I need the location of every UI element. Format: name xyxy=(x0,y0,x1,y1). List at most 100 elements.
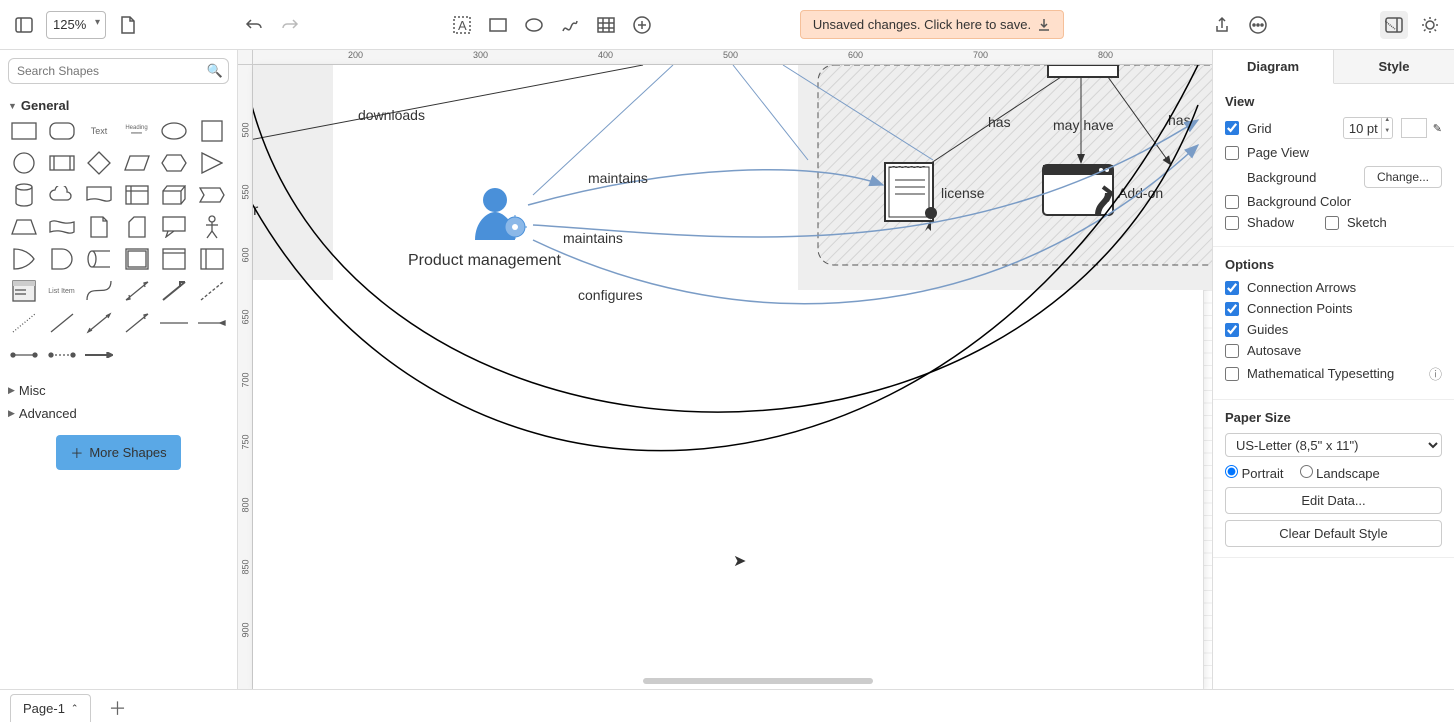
shape-conn2[interactable] xyxy=(46,341,78,369)
search-input[interactable] xyxy=(8,58,229,84)
shape-triangle[interactable] xyxy=(196,149,228,177)
shape-callout[interactable] xyxy=(158,213,190,241)
shape-diamond[interactable] xyxy=(83,149,115,177)
search-shapes: 🔍 xyxy=(8,58,229,84)
more-icon[interactable] xyxy=(1244,11,1272,39)
shape-cube[interactable] xyxy=(158,181,190,209)
shape-tape[interactable] xyxy=(46,213,78,241)
sidebar-toggle-icon[interactable] xyxy=(10,11,38,39)
rect-tool-icon[interactable] xyxy=(484,11,512,39)
theme-icon[interactable] xyxy=(1416,11,1444,39)
text-tool-icon[interactable]: A xyxy=(448,11,476,39)
bgcolor-checkbox[interactable] xyxy=(1225,195,1239,209)
shape-rect[interactable] xyxy=(8,117,40,145)
shape-note[interactable] xyxy=(83,213,115,241)
shape-card[interactable] xyxy=(121,213,153,241)
shape-dir-arrow[interactable] xyxy=(121,309,153,337)
canvas-area[interactable]: 200 300 400 500 600 700 800 500 550 600 … xyxy=(238,50,1212,689)
shape-cylinder[interactable] xyxy=(8,181,40,209)
category-misc[interactable]: ▶Misc xyxy=(8,379,229,402)
container-left[interactable] xyxy=(253,65,333,280)
shape-line[interactable] xyxy=(46,309,78,337)
add-page-icon[interactable]: ＋ xyxy=(103,694,131,722)
zoom-select[interactable]: 125% xyxy=(46,11,106,39)
shape-trapezoid[interactable] xyxy=(8,213,40,241)
grid-checkbox[interactable] xyxy=(1225,121,1239,135)
shape-dashed[interactable] xyxy=(196,277,228,305)
tab-diagram[interactable]: Diagram xyxy=(1213,50,1334,84)
svg-text:may have: may have xyxy=(1053,117,1114,133)
svg-text:configures: configures xyxy=(578,287,643,303)
shape-datastore[interactable] xyxy=(83,245,115,273)
shape-text[interactable]: Text xyxy=(83,117,115,145)
help-icon[interactable]: ⓘ xyxy=(1429,364,1442,383)
autosave-checkbox[interactable] xyxy=(1225,344,1239,358)
shape-parallelogram[interactable] xyxy=(121,149,153,177)
shape-frame[interactable] xyxy=(158,245,190,273)
shape-curve[interactable] xyxy=(83,277,115,305)
shape-arrow[interactable] xyxy=(158,277,190,305)
shape-cloud[interactable] xyxy=(46,181,78,209)
shape-hframe[interactable] xyxy=(196,245,228,273)
shape-bi-arrow2[interactable] xyxy=(83,309,115,337)
conn-arrows-checkbox[interactable] xyxy=(1225,281,1239,295)
shape-hline[interactable] xyxy=(158,309,190,337)
shape-dotted[interactable] xyxy=(8,309,40,337)
category-general[interactable]: ▼General xyxy=(8,94,229,117)
shadow-checkbox[interactable] xyxy=(1225,216,1239,230)
shape-ellipse[interactable] xyxy=(158,117,190,145)
freehand-tool-icon[interactable] xyxy=(556,11,584,39)
shape-actor[interactable] xyxy=(196,213,228,241)
license-node[interactable] xyxy=(885,163,937,231)
sketch-checkbox[interactable] xyxy=(1325,216,1339,230)
shape-listitem[interactable]: List Item xyxy=(46,277,78,305)
shape-arrow-bi[interactable] xyxy=(121,277,153,305)
background-change-button[interactable]: Change... xyxy=(1364,166,1442,188)
shape-step[interactable] xyxy=(196,181,228,209)
shape-hexagon[interactable] xyxy=(158,149,190,177)
guides-checkbox[interactable] xyxy=(1225,323,1239,337)
shape-or[interactable] xyxy=(8,245,40,273)
portrait-radio[interactable]: Portrait xyxy=(1225,465,1284,481)
tab-style[interactable]: Style xyxy=(1334,50,1454,84)
new-page-icon[interactable] xyxy=(114,11,142,39)
scrollbar-horizontal[interactable] xyxy=(643,678,873,684)
pageview-checkbox[interactable] xyxy=(1225,146,1239,160)
edit-data-button[interactable]: Edit Data... xyxy=(1225,487,1442,514)
top-node[interactable] xyxy=(1048,65,1118,77)
shape-circle[interactable] xyxy=(8,149,40,177)
shape-process[interactable] xyxy=(46,149,78,177)
add-icon[interactable] xyxy=(628,11,656,39)
shapes-sidebar: 🔍 ▼General Text Heading━━━ xyxy=(0,50,238,689)
clear-style-button[interactable]: Clear Default Style xyxy=(1225,520,1442,547)
shape-conn1[interactable] xyxy=(8,341,40,369)
shape-heading[interactable]: Heading━━━ xyxy=(121,117,153,145)
shape-container[interactable] xyxy=(121,245,153,273)
shape-internal[interactable] xyxy=(121,181,153,209)
shape-list[interactable] xyxy=(8,277,40,305)
redo-icon[interactable] xyxy=(276,11,304,39)
undo-icon[interactable] xyxy=(240,11,268,39)
grid-color-swatch[interactable] xyxy=(1401,118,1427,138)
hatched-box[interactable] xyxy=(818,65,1212,265)
shape-conn3[interactable] xyxy=(83,341,115,369)
more-shapes-button[interactable]: ＋More Shapes xyxy=(56,435,180,470)
landscape-radio[interactable]: Landscape xyxy=(1300,465,1380,481)
conn-points-checkbox[interactable] xyxy=(1225,302,1239,316)
paper-size-select[interactable]: US-Letter (8,5" x 11") xyxy=(1225,433,1442,457)
math-checkbox[interactable] xyxy=(1225,367,1239,381)
shape-and[interactable] xyxy=(46,245,78,273)
table-tool-icon[interactable] xyxy=(592,11,620,39)
format-panel-toggle-icon[interactable] xyxy=(1380,11,1408,39)
shape-document[interactable] xyxy=(83,181,115,209)
save-banner[interactable]: Unsaved changes. Click here to save. xyxy=(800,10,1064,39)
category-advanced[interactable]: ▶Advanced xyxy=(8,402,229,425)
shape-roundrect[interactable] xyxy=(46,117,78,145)
ellipse-tool-icon[interactable] xyxy=(520,11,548,39)
share-icon[interactable] xyxy=(1208,11,1236,39)
shape-square[interactable] xyxy=(196,117,228,145)
product-mgmt-node[interactable] xyxy=(475,188,527,240)
shape-hlink[interactable] xyxy=(196,309,228,337)
page-tab[interactable]: Page-1⌃ xyxy=(10,694,91,722)
canvas[interactable]: has may have has license xyxy=(253,65,1212,689)
